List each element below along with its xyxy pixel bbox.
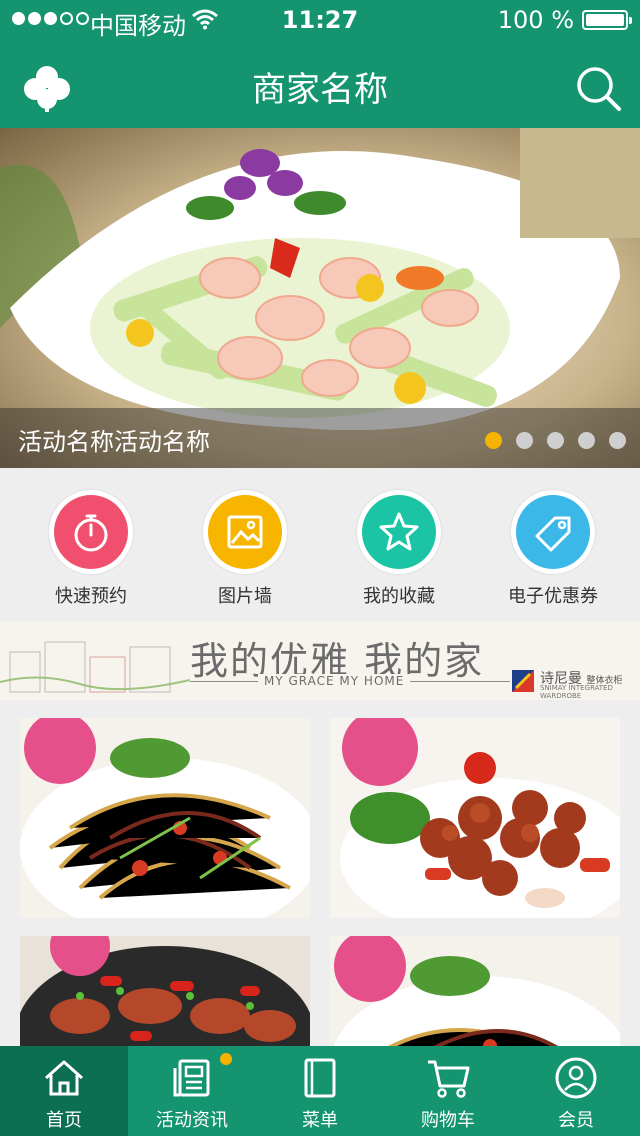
battery-icon (582, 10, 632, 30)
dish-image (330, 718, 620, 918)
member-icon (555, 1057, 597, 1099)
tab-news[interactable]: 活动资讯 (128, 1046, 256, 1136)
pager-dot[interactable] (485, 432, 502, 449)
tab-cart[interactable]: 购物车 (384, 1046, 512, 1136)
tab-label: 首页 (46, 1110, 82, 1131)
banner-pager[interactable] (485, 432, 626, 449)
status-bar: 中国移动 11:27 100 % (0, 0, 640, 40)
ad-subtitle: MY GRACE MY HOME (258, 674, 411, 688)
notification-badge (220, 1053, 232, 1065)
dish-card[interactable] (330, 718, 620, 918)
tab-label: 购物车 (421, 1110, 475, 1131)
stopwatch-icon (74, 514, 108, 552)
shortcut-favorites[interactable]: 我的收藏 (334, 490, 464, 608)
shortcut-row: 快速预约 图片墙 我的收藏 电子优惠券 (0, 468, 640, 622)
ad-brand-sub: SNIMAY INTEGRATED WARDROBE (540, 684, 613, 700)
dish-image (330, 936, 620, 1046)
shortcut-label: 我的收藏 (363, 586, 435, 607)
pager-dot[interactable] (547, 432, 564, 449)
banner-caption: 活动名称活动名称 (18, 428, 210, 456)
tag-icon (535, 516, 571, 552)
ad-banner[interactable]: 我的优雅 我的家 MY GRACE MY HOME 诗尼曼 整体衣柜 SNIMA… (0, 622, 640, 700)
dish-card[interactable] (20, 718, 310, 918)
book-icon (304, 1058, 336, 1098)
tab-member[interactable]: 会员 (512, 1046, 640, 1136)
shortcut-label: 图片墙 (218, 586, 272, 607)
shortcut-quick-booking[interactable]: 快速预约 (26, 490, 156, 608)
banner-caption-bar: 活动名称活动名称 (0, 408, 640, 468)
pager-dot[interactable] (578, 432, 595, 449)
dish-card[interactable] (20, 936, 310, 1046)
promo-banner[interactable]: 活动名称活动名称 (0, 128, 640, 468)
tab-label: 活动资讯 (156, 1110, 228, 1131)
dish-grid (0, 700, 640, 1046)
pager-dot[interactable] (516, 432, 533, 449)
news-icon (173, 1059, 210, 1097)
shortcut-label: 快速预约 (55, 586, 127, 607)
tab-menu[interactable]: 菜单 (256, 1046, 384, 1136)
battery-percent: 100 % (497, 6, 574, 34)
dish-image (20, 936, 310, 1046)
cart-icon (428, 1060, 470, 1098)
bottom-tab-bar: 首页 活动资讯 菜单 购物车 会员 (0, 1046, 640, 1136)
home-icon (45, 1060, 83, 1096)
shortcut-coupons[interactable]: 电子优惠券 (488, 490, 618, 608)
tab-label: 菜单 (302, 1110, 338, 1131)
picture-icon (227, 515, 263, 549)
dish-image (20, 718, 310, 918)
shortcut-photo-wall[interactable]: 图片墙 (180, 490, 310, 608)
shortcut-label: 电子优惠券 (508, 586, 598, 607)
brand-logo-icon (512, 670, 534, 692)
ad-sketch-image (0, 641, 190, 693)
tab-label: 会员 (558, 1110, 594, 1131)
search-icon[interactable] (574, 64, 622, 112)
app-header: 中国移动 11:27 100 % 商家名称 (0, 0, 640, 128)
page-title: 商家名称 (252, 70, 388, 110)
dish-card[interactable] (330, 936, 620, 1046)
pager-dot[interactable] (609, 432, 626, 449)
star-icon (379, 512, 419, 551)
tab-home[interactable]: 首页 (0, 1046, 128, 1136)
